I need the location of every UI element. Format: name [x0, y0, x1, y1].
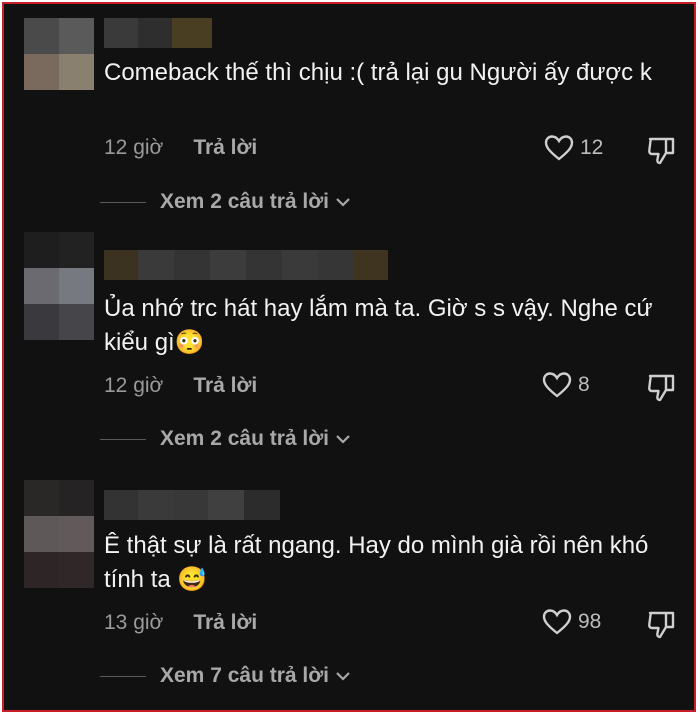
view-replies-button[interactable]: Xem 2 câu trả lời [100, 190, 351, 214]
like-count: 12 [580, 136, 604, 159]
comment-text: Comeback thế thì chịu :( trả lại gu Ngườ… [104, 59, 652, 86]
avatar[interactable] [24, 232, 94, 340]
avatar[interactable] [24, 18, 94, 90]
view-replies-button[interactable]: Xem 7 câu trả lời [100, 664, 351, 688]
username-redacted[interactable] [104, 490, 280, 520]
chevron-down-icon [336, 672, 350, 681]
divider-line [100, 438, 146, 440]
comment-meta: 12 giờ Trả lời [104, 374, 257, 398]
comment-meta: 12 giờ Trả lời [104, 136, 257, 160]
like-count: 98 [578, 610, 602, 633]
like-button[interactable]: 8 [542, 371, 590, 399]
view-replies-label: Xem 2 câu trả lời [160, 427, 330, 450]
chevron-down-icon [336, 198, 350, 207]
reply-button[interactable]: Trả lời [193, 136, 257, 160]
view-replies-button[interactable]: Xem 2 câu trả lời [100, 427, 351, 451]
heart-icon [544, 135, 574, 161]
view-replies-label: Xem 7 câu trả lời [160, 664, 330, 687]
username-redacted[interactable] [104, 18, 212, 48]
comment-time: 13 giờ [104, 611, 164, 634]
like-button[interactable]: 98 [542, 608, 601, 636]
divider-line [100, 675, 146, 677]
heart-icon [542, 609, 572, 635]
dislike-icon[interactable] [646, 608, 678, 640]
avatar[interactable] [24, 480, 94, 588]
dislike-icon[interactable] [646, 371, 678, 403]
view-replies-label: Xem 2 câu trả lời [160, 190, 330, 213]
like-button[interactable]: 12 [544, 134, 603, 162]
reply-button[interactable]: Trả lời [193, 611, 257, 635]
reply-button[interactable]: Trả lời [193, 374, 257, 398]
comment-meta: 13 giờ Trả lời [104, 611, 257, 635]
chevron-down-icon [336, 435, 350, 444]
comment-time: 12 giờ [104, 136, 164, 159]
comments-panel: Comeback thế thì chịu :( trả lại gu Ngườ… [2, 2, 696, 712]
comment-text: Ủa nhớ trc hát hay lắm mà ta. Giờ s s vậ… [104, 295, 653, 356]
heart-icon [542, 372, 572, 398]
dislike-icon[interactable] [646, 134, 678, 166]
divider-line [100, 201, 146, 203]
like-count: 8 [578, 373, 590, 396]
comment-time: 12 giờ [104, 374, 164, 397]
username-redacted[interactable] [104, 250, 388, 280]
comment-text: Ê thật sự là rất ngang. Hay do mình già … [104, 532, 649, 593]
